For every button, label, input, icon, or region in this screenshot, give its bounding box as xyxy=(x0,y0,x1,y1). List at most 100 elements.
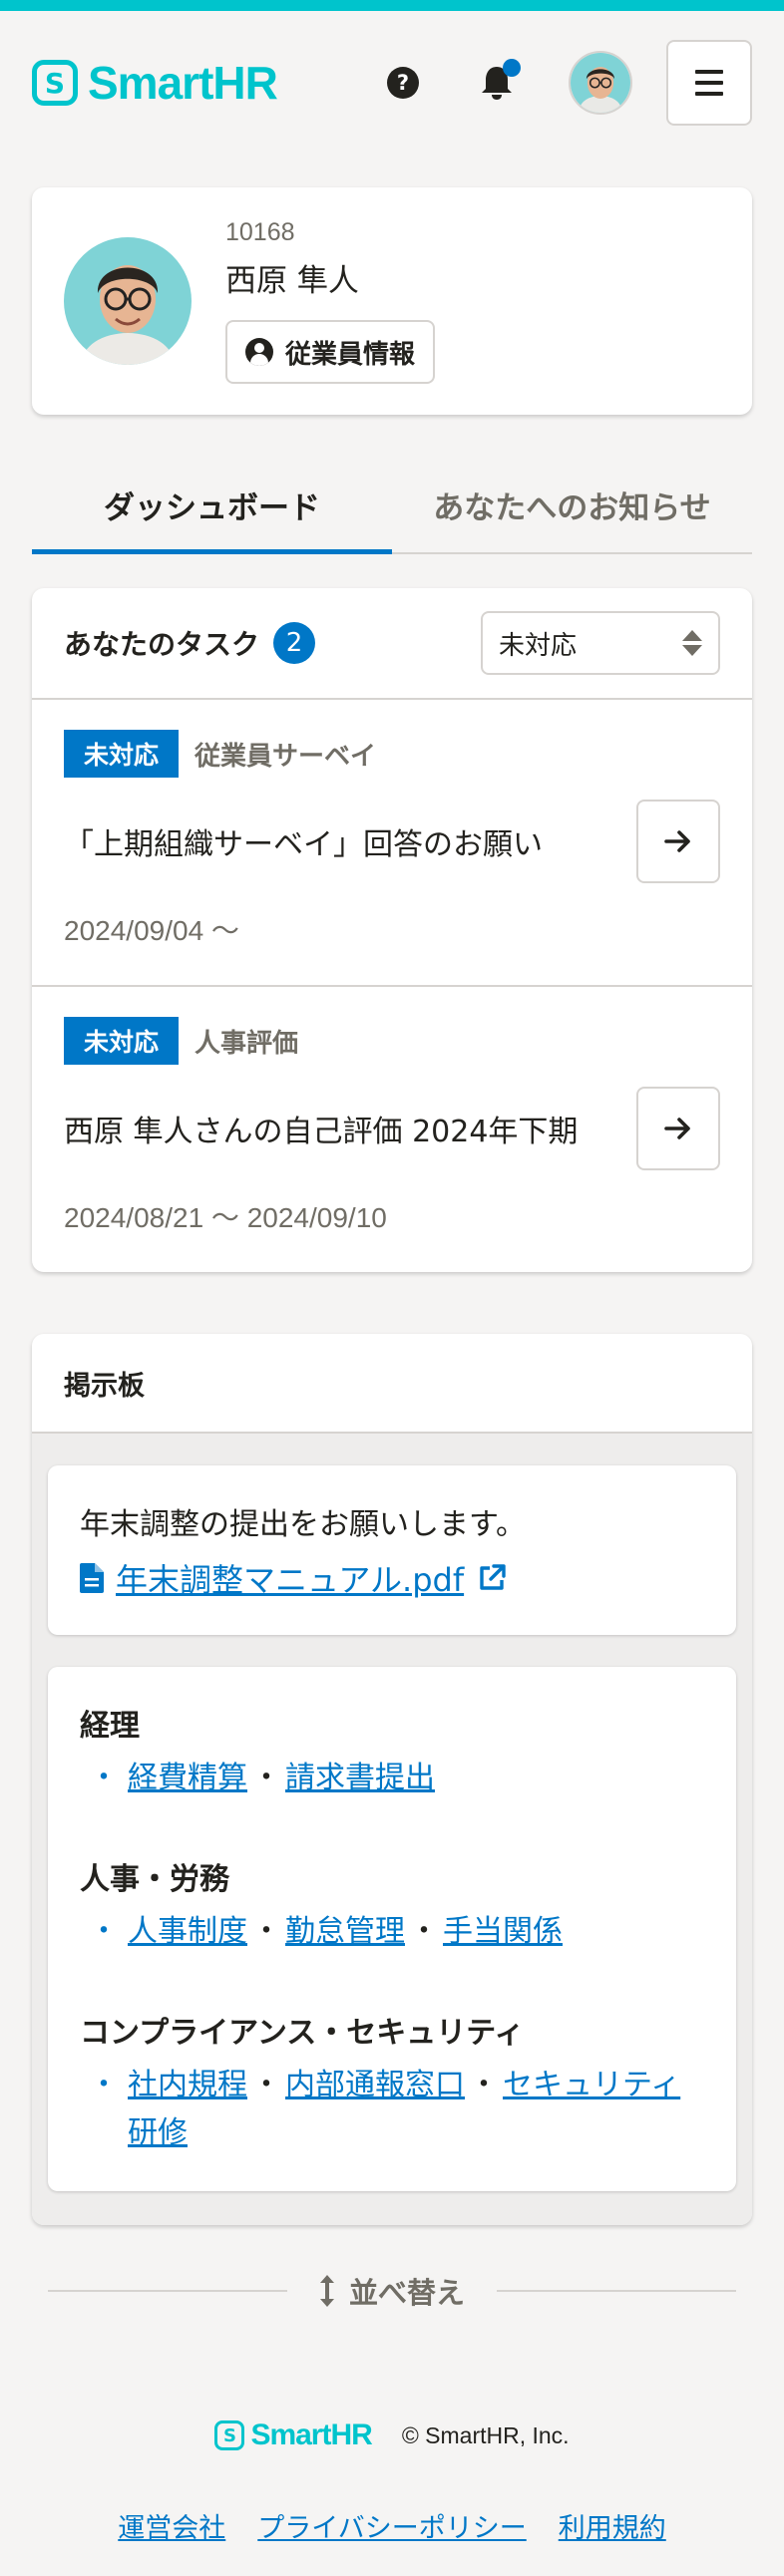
main-tabs: ダッシュボード あなたへのお知らせ xyxy=(32,471,752,554)
footer-link-privacy[interactable]: プライバシーポリシー xyxy=(257,2506,526,2545)
profile-info: 10168 西原 隼人 従業員情報 xyxy=(225,218,436,384)
divider xyxy=(497,2290,737,2292)
bullet: ・ xyxy=(89,1914,119,1949)
menu-line xyxy=(695,92,723,96)
task-status-filter-value: 未対応 xyxy=(499,630,578,661)
user-avatar[interactable] xyxy=(569,51,632,115)
bulletin-board-title: 掲示板 xyxy=(32,1334,752,1434)
separator: ・ xyxy=(469,2068,499,2102)
smarthr-logo-icon: S xyxy=(214,2420,245,2450)
help-icon[interactable]: ? xyxy=(387,67,419,99)
profile-photo xyxy=(64,237,192,365)
avatar-photo xyxy=(571,53,630,113)
file-pdf-icon xyxy=(80,1563,104,1593)
link-group: 経理 ・ 経費精算・請求書提出 xyxy=(80,1701,704,1802)
smarthr-logo-icon: S xyxy=(32,60,78,106)
employee-info-label: 従業員情報 xyxy=(285,339,416,370)
board-link[interactable]: 勤怠管理 xyxy=(285,1914,405,1949)
reorder-label: 並べ替え xyxy=(349,2276,466,2310)
notice-card: 年末調整の提出をお願いします。 年末調整マニュアル.pdf xyxy=(48,1465,736,1635)
link-group-title: 人事・労務 xyxy=(80,1862,229,1897)
task-row: 西原 隼人さんの自己評価 2024年下期 xyxy=(64,1087,720,1170)
tab-notifications[interactable]: あなたへのお知らせ xyxy=(392,471,752,552)
task-count-badge: 2 xyxy=(273,622,316,664)
app-header: S SmartHR ? xyxy=(0,11,784,155)
link-group: 人事・労務 ・ 人事制度・勤怠管理・手当関係 xyxy=(80,1854,704,1956)
footer-links: 運営会社 プライバシーポリシー 利用規約 xyxy=(0,2506,784,2545)
menu-line xyxy=(695,70,723,74)
tasks-title: あなたのタスク 2 xyxy=(64,622,316,664)
footer-brand: S SmartHR © SmartHR, Inc. xyxy=(0,2418,784,2452)
footer-link-terms[interactable]: 利用規約 xyxy=(559,2506,666,2545)
status-badge: 未対応 xyxy=(64,730,180,778)
smarthr-logo[interactable]: S SmartHR xyxy=(32,56,278,110)
link-group: コンプライアンス・セキュリティ ・ 社内規程・内部通報窓口・セキュリティ研修 xyxy=(80,2008,704,2157)
user-circle-icon xyxy=(245,338,273,366)
brand-top-bar xyxy=(0,0,784,11)
footer-logo-text: SmartHR xyxy=(250,2418,372,2451)
divider xyxy=(48,2290,287,2292)
tasks-title-label: あなたのタスク xyxy=(64,628,260,661)
task-title: 西原 隼人さんの自己評価 2024年下期 xyxy=(64,1115,579,1149)
task-category: 人事評価 xyxy=(195,1028,299,1059)
notification-dot xyxy=(503,59,521,77)
separator: ・ xyxy=(251,1914,281,1949)
tab-dashboard[interactable]: ダッシュボード xyxy=(32,471,392,554)
tasks-panel: あなたのタスク 2 未対応 未対応 従業員サーベイ 「上期組織サーベイ」回答のお… xyxy=(32,588,752,1272)
bullet: ・ xyxy=(89,2068,119,2102)
board-link[interactable]: 手当関係 xyxy=(443,1914,563,1949)
task-item: 未対応 従業員サーベイ 「上期組織サーベイ」回答のお願い 2024/09/04 … xyxy=(32,700,752,987)
menu-line xyxy=(695,81,723,85)
task-date: 2024/09/04 〜 xyxy=(64,915,239,946)
link-group-title: 経理 xyxy=(80,1709,140,1744)
board-link[interactable]: 請求書提出 xyxy=(285,1761,435,1795)
task-item: 未対応 人事評価 西原 隼人さんの自己評価 2024年下期 2024/08/21… xyxy=(32,987,752,1272)
separator: ・ xyxy=(251,2068,281,2102)
notifications-button[interactable] xyxy=(477,59,521,103)
tasks-header: あなたのタスク 2 未対応 xyxy=(32,588,752,700)
pdf-manual-link[interactable]: 年末調整マニュアル.pdf xyxy=(80,1555,704,1601)
profile-avatar xyxy=(64,237,192,365)
link-group-title: コンプライアンス・セキュリティ xyxy=(80,2016,525,2051)
page-footer: S SmartHR © SmartHR, Inc. 運営会社 プライバシーポリシ… xyxy=(0,2418,784,2545)
employee-number: 10168 xyxy=(225,218,295,246)
bulletin-board-body: 年末調整の提出をお願いします。 年末調整マニュアル.pdf 経理 ・ 経費精算 … xyxy=(32,1434,752,2225)
footer-logo[interactable]: S SmartHR xyxy=(214,2418,373,2452)
pdf-link-text[interactable]: 年末調整マニュアル.pdf xyxy=(116,1555,464,1601)
employee-name: 西原 隼人 xyxy=(225,263,359,299)
smarthr-logo-text: SmartHR xyxy=(88,57,278,109)
task-category: 従業員サーベイ xyxy=(195,741,377,772)
board-link[interactable]: 社内規程 xyxy=(128,2068,247,2102)
link-group-links: ・ 社内規程・内部通報窓口・セキュリティ研修 xyxy=(80,2062,704,2157)
header-actions: ? xyxy=(387,40,752,126)
footer-link-company[interactable]: 運営会社 xyxy=(118,2506,225,2545)
external-link-icon xyxy=(480,1564,506,1590)
separator: ・ xyxy=(251,1761,281,1795)
board-link[interactable]: 人事制度 xyxy=(128,1914,247,1949)
task-meta: 未対応 従業員サーベイ xyxy=(64,730,720,778)
board-link[interactable]: 内部通報窓口 xyxy=(285,2068,465,2102)
reorder-row: 並べ替え xyxy=(48,2270,737,2312)
link-group-links: ・ 人事制度・勤怠管理・手当関係 xyxy=(80,1908,704,1956)
open-task-button[interactable] xyxy=(636,800,720,883)
reorder-button[interactable]: 並べ替え xyxy=(319,2270,465,2312)
copyright: © SmartHR, Inc. xyxy=(401,2421,570,2448)
employee-info-button[interactable]: 従業員情報 xyxy=(225,320,436,384)
link-groups-card: 経理 ・ 経費精算・請求書提出 人事・労務 ・ 人事制度・勤怠管理・手当関係 コ… xyxy=(48,1667,736,2191)
task-meta: 未対応 人事評価 xyxy=(64,1017,720,1065)
board-link[interactable]: 経費精算 xyxy=(128,1761,247,1795)
task-title: 「上期組織サーベイ」回答のお願い xyxy=(64,827,543,862)
task-status-filter[interactable]: 未対応 xyxy=(481,611,720,675)
link-group-links: ・ 経費精算・請求書提出 xyxy=(80,1755,704,1802)
arrow-right-icon xyxy=(664,830,690,852)
bullet: ・ xyxy=(89,1761,119,1795)
select-arrows-icon xyxy=(682,630,702,656)
notice-text: 年末調整の提出をお願いします。 xyxy=(80,1507,526,1542)
status-badge: 未対応 xyxy=(64,1017,180,1065)
hamburger-menu-icon[interactable] xyxy=(666,40,752,126)
open-task-button[interactable] xyxy=(636,1087,720,1170)
sort-vertical-icon xyxy=(320,2275,334,2307)
task-date: 2024/08/21 〜 2024/09/10 xyxy=(64,1202,387,1233)
bulletin-board: 掲示板 年末調整の提出をお願いします。 年末調整マニュアル.pdf 経理 ・ 経… xyxy=(32,1334,752,2225)
profile-card: 10168 西原 隼人 従業員情報 xyxy=(32,187,752,415)
